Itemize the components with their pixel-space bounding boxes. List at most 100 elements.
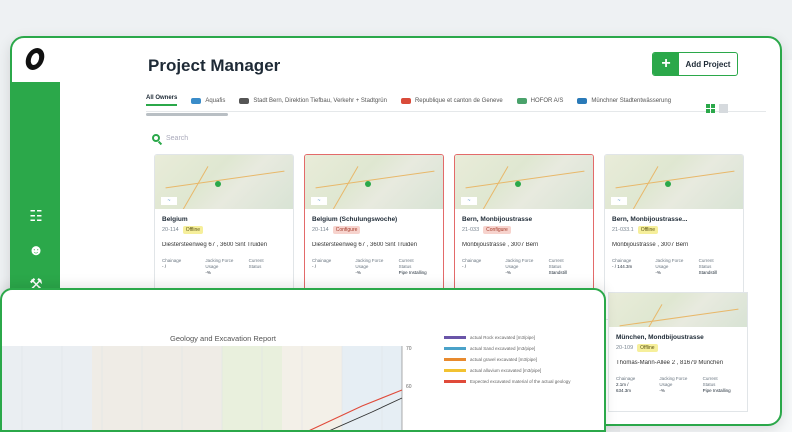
legend-label: Expected excavated material of the actua… xyxy=(470,379,571,384)
project-map: ~ xyxy=(155,155,293,209)
y-tick-label: 70 xyxy=(406,346,412,352)
legend-swatch xyxy=(444,347,466,350)
grid-view-icon[interactable] xyxy=(706,104,715,113)
chainage-col: Chainage - / 144.3m xyxy=(612,258,633,269)
owner-logo-icon: ~ xyxy=(311,197,327,205)
owner-logo-icon xyxy=(400,97,411,104)
project-address: Monbijoustrasse , 3007 Bern xyxy=(462,242,539,248)
project-address: Monbijoustrasse , 3007 Bern xyxy=(612,242,689,248)
tabs-scrollbar[interactable] xyxy=(146,113,228,116)
geology-band xyxy=(2,346,92,430)
legend-item[interactable]: actual alluvium excavated [m3/pipe] xyxy=(444,365,594,376)
project-address: Diestersteenweg 67 , 3600 Sint Truiden xyxy=(312,242,418,248)
project-map xyxy=(609,293,747,327)
project-code: 21-033.1 xyxy=(612,227,634,233)
jacking-col: Jacking Force Usage -% xyxy=(655,258,684,275)
owner-logo-icon xyxy=(577,97,588,104)
owner-tab[interactable]: Stadt Bern, Direktion Tiefbau, Verkehr +… xyxy=(239,97,387,104)
project-map: ~ xyxy=(605,155,743,209)
report-title: Geology and Excavation Report xyxy=(170,334,276,343)
owner-logo-icon: ~ xyxy=(161,197,177,205)
chainage-col: Chainage - / xyxy=(162,258,182,269)
project-name: Belgium (Schulungswoche) xyxy=(312,216,398,223)
legend-item[interactable]: actual gravel excavated [m3/pipe] xyxy=(444,354,594,365)
owner-tab[interactable]: Republique et canton de Geneve xyxy=(400,97,503,104)
project-map: ~ xyxy=(455,155,593,209)
project-code: 20-109 xyxy=(616,345,634,351)
map-pin-icon xyxy=(515,181,521,187)
status-badge: Offline xyxy=(637,226,659,234)
owner-tab-label: Aquafis xyxy=(205,97,226,104)
jacking-col: Jacking Force Usage -% xyxy=(659,376,688,393)
geology-band xyxy=(342,346,402,430)
legend-swatch xyxy=(444,336,466,339)
geology-report-panel: 70 60 Geology and Excavation Report actua… xyxy=(0,288,606,432)
org-chart-icon[interactable]: ☷ xyxy=(26,208,46,226)
chart-legend: actual Rock excavated [m3/pipe] actual S… xyxy=(444,332,594,387)
project-code: 20-114 xyxy=(162,227,179,233)
jacking-col: Jacking Force Usage -% xyxy=(205,258,234,275)
legend-label: actual alluvium excavated [m3/pipe] xyxy=(470,368,542,373)
status-col: Current Status xyxy=(248,258,264,269)
legend-label: actual Rock excavated [m3/pipe] xyxy=(470,335,536,340)
search-box[interactable]: Search xyxy=(152,134,188,142)
owner-tab-label: Stadt Bern, Direktion Tiefbau, Verkehr +… xyxy=(253,97,387,104)
users-icon[interactable]: ☻ xyxy=(26,242,46,260)
owner-tabs: All Owners Aquafis Stadt Bern, Direktion T… xyxy=(146,90,766,112)
owner-logo-icon xyxy=(516,97,527,104)
geology-band xyxy=(222,346,282,430)
add-project-label: Add Project xyxy=(685,59,731,69)
owner-tab-label: All Owners xyxy=(146,95,178,101)
project-card-munich[interactable]: München, Mondbijoustrasse 20-109 Offline… xyxy=(608,292,748,412)
owner-tab[interactable]: Aquafis xyxy=(191,97,226,104)
search-icon xyxy=(152,134,160,142)
y-tick-label: 60 xyxy=(406,384,412,390)
legend-item[interactable]: actual Sand excavated [m3/pipe] xyxy=(444,343,594,354)
status-col: Current Status Pipe Installing xyxy=(702,376,731,393)
project-map: ~ xyxy=(305,155,443,209)
status-badge: Offline xyxy=(637,344,658,352)
status-badge: Configure xyxy=(483,226,511,234)
project-name: Belgium xyxy=(162,216,188,223)
legend-swatch xyxy=(444,380,466,383)
project-code: 21-033 xyxy=(462,227,480,233)
geology-band xyxy=(92,346,222,430)
owner-logo-icon: ~ xyxy=(611,197,627,205)
jacking-col: Jacking Force Usage -% xyxy=(355,258,384,275)
owner-tab[interactable]: Münchner Stadtentwässerung xyxy=(577,97,672,104)
owner-tab[interactable]: HOFOR A/S xyxy=(516,97,564,104)
chainage-col: Chainage 2.1m /634.3m xyxy=(616,376,636,393)
project-name: Bern, Monbijoustrasse xyxy=(462,216,533,223)
map-pin-icon xyxy=(215,181,221,187)
legend-item[interactable]: actual Rock excavated [m3/pipe] xyxy=(444,332,594,343)
owner-tab-label: HOFOR A/S xyxy=(530,97,564,104)
owner-tab-label: Republique et canton de Geneve xyxy=(414,97,503,104)
status-col: Current Status Standstill xyxy=(698,258,717,275)
legend-item[interactable]: Expected excavated material of the actua… xyxy=(444,376,594,387)
project-code: 20-114 xyxy=(312,227,329,233)
chainage-col: Chainage - / xyxy=(312,258,332,269)
project-address: Diestersteenweg 67 , 3600 Sint Truiden xyxy=(162,242,268,248)
legend-label: actual Sand excavated [m3/pipe] xyxy=(470,346,536,351)
add-project-button[interactable]: + Add Project xyxy=(652,52,738,76)
status-col: Current Status Pipe Installing xyxy=(398,258,427,275)
project-name: Bern, Monbijoustrasse... xyxy=(612,216,688,223)
status-col: Current Status Standstill xyxy=(548,258,567,275)
legend-swatch xyxy=(444,358,466,361)
status-badge: Offline xyxy=(182,226,204,234)
owner-tab-label: Münchner Stadtentwässerung xyxy=(591,97,672,104)
plus-icon: + xyxy=(653,53,679,75)
legend-label: actual gravel excavated [m3/pipe] xyxy=(470,357,538,362)
map-pin-icon xyxy=(665,181,671,187)
list-view-icon[interactable] xyxy=(719,104,728,113)
search-input[interactable]: Search xyxy=(166,135,188,142)
owner-logo-icon xyxy=(191,97,202,104)
legend-swatch xyxy=(444,369,466,372)
owner-logo-icon: ~ xyxy=(461,197,477,205)
status-badge: Configure xyxy=(332,226,361,234)
chainage-col: Chainage - / xyxy=(462,258,482,269)
map-pin-icon xyxy=(365,181,371,187)
page-title: Project Manager xyxy=(148,56,281,75)
owner-logo-icon xyxy=(239,97,250,104)
owner-tab[interactable]: All Owners xyxy=(146,95,178,106)
